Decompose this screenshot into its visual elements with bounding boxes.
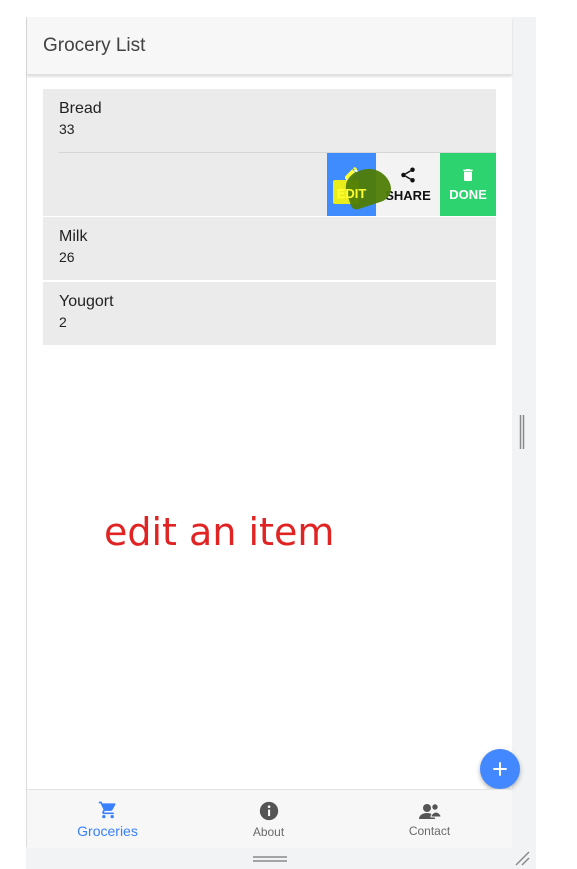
tab-label: Contact — [408, 823, 451, 838]
list-item[interactable]: Milk 26 — [43, 217, 496, 280]
page-title: Grocery List — [43, 35, 146, 56]
tab-label: About — [252, 824, 285, 839]
item-name: Milk — [59, 228, 88, 245]
app-window: Grocery List Bread 33 EDIT SHARE DO — [26, 17, 520, 848]
done-button[interactable]: DONE — [440, 153, 496, 216]
annotation-caption: edit an item — [104, 510, 335, 554]
share-icon — [401, 167, 415, 183]
resize-handle[interactable] — [253, 855, 287, 863]
cart-icon — [98, 801, 116, 818]
info-icon — [259, 801, 278, 820]
people-icon — [418, 802, 442, 819]
tab-label: Groceries — [77, 822, 138, 839]
tab-bar: Groceries About Contact — [27, 789, 512, 848]
add-item-button[interactable] — [480, 749, 520, 789]
list-item[interactable]: Bread 33 EDIT SHARE DONE — [43, 89, 496, 216]
tab-groceries[interactable]: Groceries — [27, 790, 188, 848]
app-header: Grocery List — [27, 17, 512, 75]
resize-grip-icon[interactable] — [514, 850, 530, 866]
item-name: Yougort — [59, 293, 114, 310]
item-name: Bread — [59, 100, 102, 117]
done-label: DONE — [449, 187, 487, 202]
item-quantity: 2 — [59, 314, 67, 330]
pencil-icon — [345, 166, 358, 179]
list-item[interactable]: Yougort 2 — [43, 282, 496, 345]
tab-about[interactable]: About — [188, 790, 349, 848]
tab-contact[interactable]: Contact — [349, 790, 510, 848]
item-quantity: 26 — [59, 249, 75, 265]
resize-handle[interactable] — [519, 415, 525, 449]
trash-icon — [463, 169, 473, 181]
item-quantity: 33 — [59, 121, 75, 137]
edit-label: EDIT — [336, 186, 367, 201]
plus-icon — [493, 762, 507, 776]
share-label: SHARE — [385, 188, 431, 203]
